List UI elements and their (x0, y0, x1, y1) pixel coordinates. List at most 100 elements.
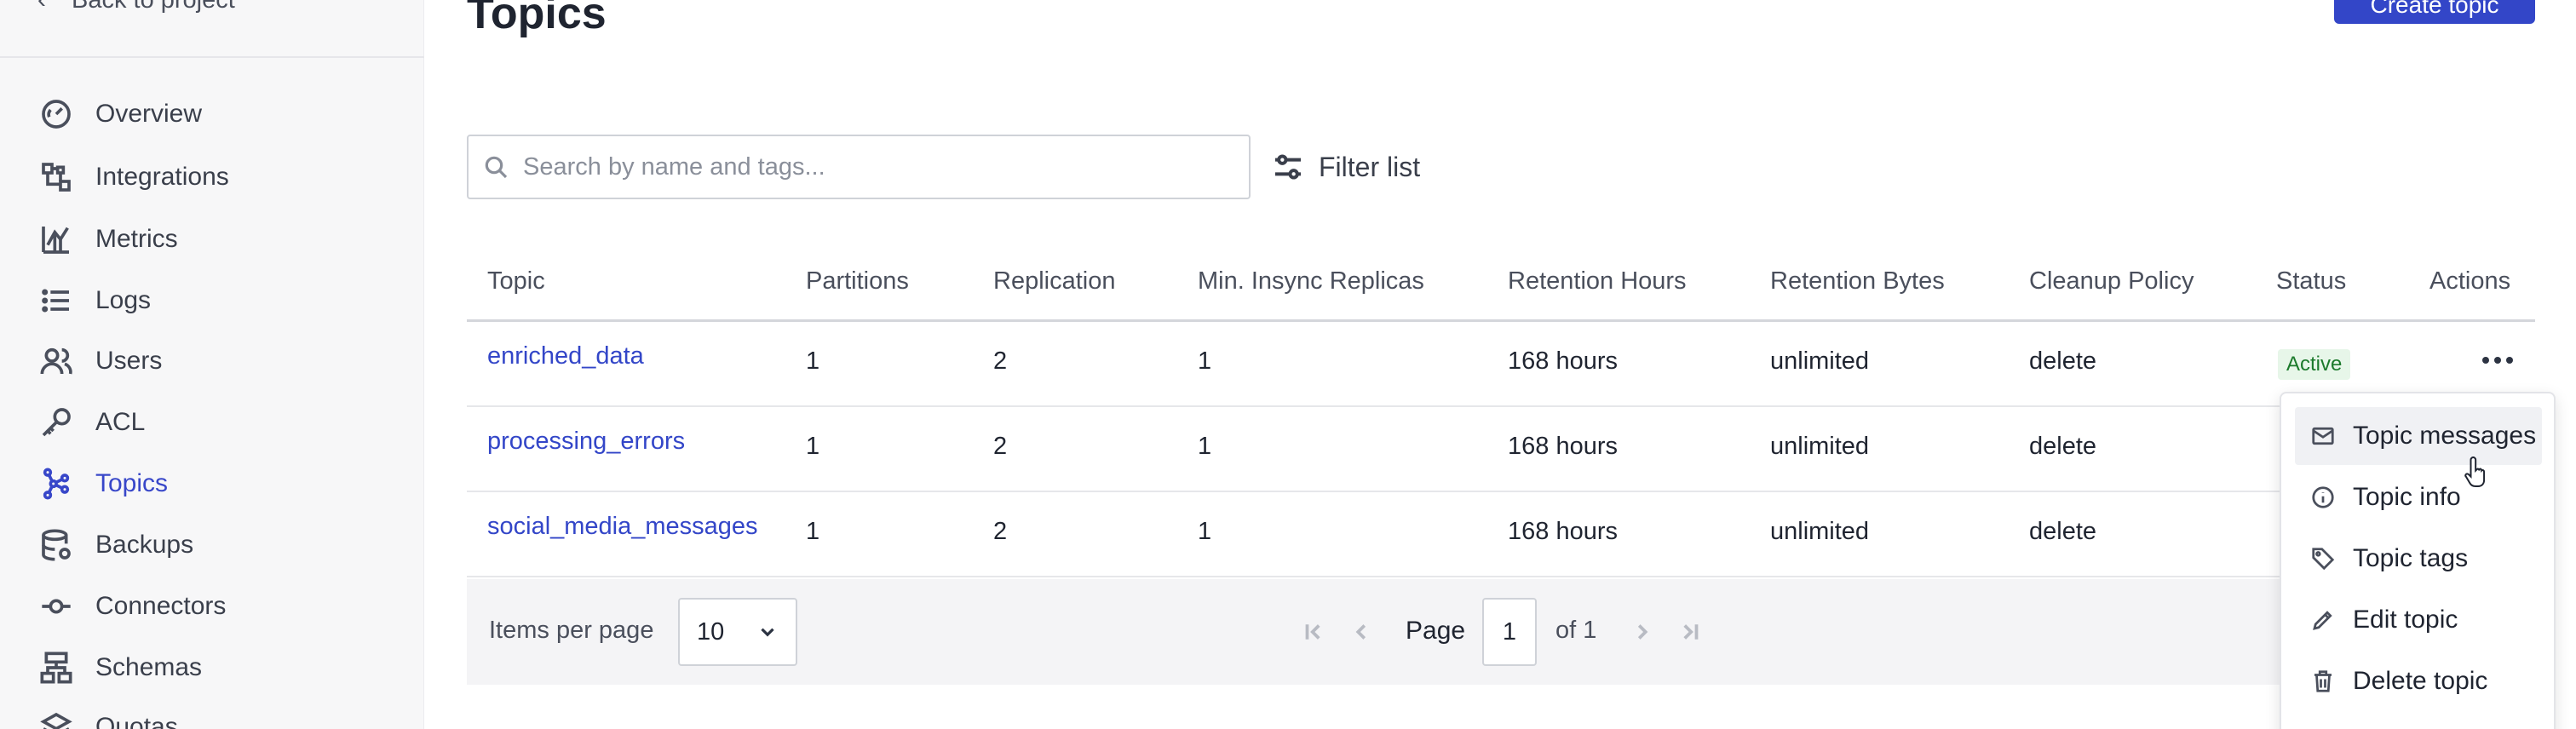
last-page-button[interactable] (1675, 617, 1705, 647)
sidebar-item-overview[interactable]: Overview (39, 90, 202, 138)
column-header-retention-bytes[interactable]: Retention Bytes (1770, 267, 1945, 296)
row-actions-button[interactable] (2472, 339, 2523, 382)
column-header-partitions[interactable]: Partitions (806, 267, 909, 296)
partitions-cell: 1 (806, 433, 820, 460)
table-row: social_media_messages 1 2 1 168 hours un… (467, 492, 2535, 577)
sidebar-item-topics[interactable]: Topics (39, 460, 168, 508)
menu-item-label: Delete topic (2353, 667, 2488, 695)
chevron-right-icon (1637, 624, 1648, 640)
next-page-button[interactable] (1627, 617, 1658, 647)
column-header-actions: Actions (2429, 267, 2511, 295)
dot (2482, 357, 2489, 364)
menu-item-delete-topic[interactable]: Delete topic (2295, 652, 2542, 710)
row-actions-menu: Topic messages Topic info Topic tags Edi… (2280, 392, 2556, 729)
sidebar-item-schemas[interactable]: Schemas (39, 644, 202, 692)
retention-hours-cell: 168 hours (1508, 433, 1618, 460)
sidebar-item-integrations[interactable]: Integrations (39, 153, 229, 201)
topics-icon (43, 468, 70, 500)
sidebar-item-label: Backups (95, 531, 194, 559)
topic-link[interactable]: processing_errors (487, 428, 685, 456)
sidebar-item-connectors[interactable]: Connectors (39, 583, 226, 630)
sidebar-item-logs[interactable]: Logs (39, 277, 151, 324)
sidebar-item-label: Quotas (95, 713, 178, 729)
menu-item-topic-info[interactable]: Topic info (2295, 468, 2542, 526)
retention-hours-cell: 168 hours (1508, 518, 1618, 545)
column-header-topic[interactable]: Topic (487, 267, 545, 296)
table-header: Topic Partitions Replication Min. Insync… (467, 255, 2535, 322)
column-header-cleanup-policy[interactable]: Cleanup Policy (2029, 267, 2194, 296)
sidebar-item-backups[interactable]: Backups (39, 521, 193, 569)
retention-bytes-cell: unlimited (1770, 347, 1870, 375)
items-per-page-label: Items per page (489, 617, 654, 644)
pencil-icon (2313, 611, 2332, 630)
topic-link[interactable]: enriched_data (487, 342, 644, 370)
sidebar-item-label: Topics (95, 469, 169, 497)
layers-icon (40, 712, 72, 729)
chevron-down-icon (761, 628, 774, 637)
users-icon (40, 347, 72, 375)
min-insync-cell: 1 (1198, 518, 1212, 545)
retention-bytes-cell: unlimited (1770, 433, 1870, 460)
search-icon (485, 156, 508, 179)
replication-cell: 2 (993, 347, 1008, 375)
menu-item-topic-messages[interactable]: Topic messages (2295, 407, 2542, 465)
first-page-button[interactable] (1298, 617, 1329, 647)
column-header-replication[interactable]: Replication (993, 267, 1115, 296)
column-header-retention-hours[interactable]: Retention Hours (1508, 267, 1687, 296)
sidebar-item-label: Schemas (95, 653, 203, 681)
min-insync-cell: 1 (1198, 347, 1212, 375)
table-row: processing_errors 1 2 1 168 hours unlimi… (467, 407, 2535, 492)
menu-item-label: Topic messages (2353, 422, 2537, 450)
sidebar-item-acl[interactable]: ACL (39, 399, 145, 446)
sidebar-item-label: Connectors (95, 592, 227, 620)
search-box (467, 135, 1251, 199)
sidebar: ‹ Back to project Overview Integrations … (0, 0, 424, 729)
menu-item-edit-topic[interactable]: Edit topic (2295, 591, 2542, 649)
info-icon (2312, 486, 2334, 508)
menu-item-label: Topic info (2353, 483, 2461, 511)
page-title: Topics (467, 0, 607, 38)
retention-hours-cell: 168 hours (1508, 347, 1618, 375)
cleanup-policy-cell: delete (2029, 433, 2097, 460)
min-insync-cell: 1 (1198, 433, 1212, 460)
sidebar-item-label: ACL (95, 408, 146, 436)
filter-list-label: Filter list (1319, 151, 1421, 182)
create-topic-button[interactable]: Create topic (2334, 0, 2535, 24)
cleanup-policy-cell: delete (2029, 518, 2097, 545)
column-header-min-insync[interactable]: Min. Insync Replicas (1198, 267, 1424, 296)
table-row: enriched_data 1 2 1 168 hours unlimited … (467, 322, 2535, 407)
back-to-project-link[interactable]: ‹ Back to project (37, 0, 235, 17)
sidebar-item-label: Overview (95, 100, 203, 128)
filter-list-button[interactable]: Filter list (1271, 145, 1420, 189)
page-label: Page (1406, 617, 1466, 645)
sidebar-item-label: Integrations (95, 163, 229, 191)
pagination-bar: Items per page 10 Page 1 of 1 (467, 579, 2535, 685)
sidebar-item-users[interactable]: Users (39, 337, 162, 385)
menu-item-label: Edit topic (2353, 606, 2458, 634)
replication-cell: 2 (993, 433, 1008, 460)
search-input[interactable] (523, 152, 1222, 181)
previous-page-button[interactable] (1346, 617, 1377, 647)
column-header-status[interactable]: Status (2276, 267, 2346, 296)
sidebar-item-metrics[interactable]: Metrics (39, 215, 178, 263)
menu-item-topic-tags[interactable]: Topic tags (2295, 530, 2542, 588)
cleanup-policy-cell: delete (2029, 347, 2097, 375)
page-number-input[interactable]: 1 (1482, 598, 1537, 666)
partitions-cell: 1 (806, 347, 820, 375)
last-page-icon (1683, 624, 1699, 640)
sidebar-divider (0, 56, 424, 58)
hand-cursor-icon (2464, 456, 2486, 487)
sidebar-item-quotas[interactable]: Quotas (39, 703, 178, 729)
trash-icon (2314, 670, 2332, 692)
tag-icon (2312, 548, 2335, 571)
items-per-page-select[interactable]: 10 (678, 598, 797, 666)
mail-icon (2312, 427, 2334, 445)
topic-link[interactable]: social_media_messages (487, 513, 758, 541)
connector-icon (42, 599, 71, 614)
metrics-icon (42, 227, 69, 254)
integrations-icon (42, 163, 71, 192)
database-icon (42, 529, 71, 561)
chevron-left-icon: ‹ (37, 0, 46, 14)
schema-icon (40, 652, 72, 684)
sidebar-item-label: Users (95, 347, 163, 375)
